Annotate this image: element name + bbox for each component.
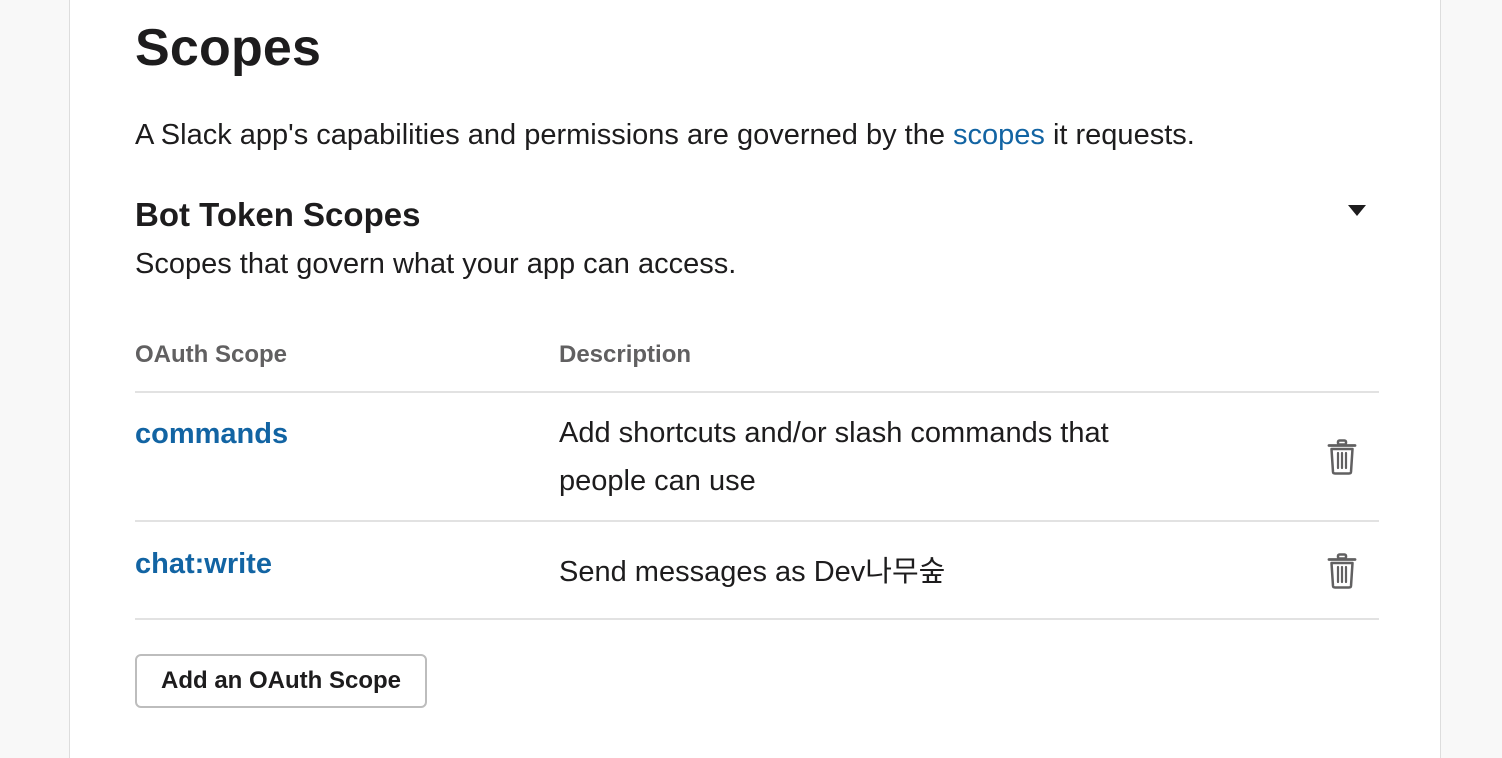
caret-down-icon[interactable] <box>1348 205 1366 216</box>
intro-text-after: it requests. <box>1044 119 1195 151</box>
table-divider <box>135 520 1379 522</box>
trash-icon-graphic <box>1327 553 1357 589</box>
scope-description: Add shortcuts and/or slash commands that… <box>559 417 1109 497</box>
trash-icon[interactable] <box>1327 553 1357 589</box>
scope-link-chat-write[interactable]: chat:write <box>135 546 272 582</box>
column-header-oauth-scope: OAuth Scope <box>135 341 288 368</box>
trash-icon-graphic <box>1327 439 1357 475</box>
table-divider <box>135 391 1379 393</box>
table-divider <box>135 618 1379 620</box>
trash-icon[interactable] <box>1327 439 1357 475</box>
scope-description: Send messages as Dev나무숲 <box>559 556 946 588</box>
add-oauth-scope-button[interactable]: Add an OAuth Scope <box>135 654 427 708</box>
column-header-description: Description <box>559 341 692 368</box>
page-title: Scopes <box>135 19 322 77</box>
scope-link-commands[interactable]: commands <box>135 416 288 452</box>
scopes-card: Scopes A Slack app's capabilities and pe… <box>69 0 1441 758</box>
intro-text-before: A Slack app's capabilities and permissio… <box>135 119 954 151</box>
bot-token-scopes-description: Scopes that govern what your app can acc… <box>135 248 737 280</box>
bot-token-scopes-title: Bot Token Scopes <box>135 196 421 233</box>
scopes-intro: A Slack app's capabilities and permissio… <box>135 117 1195 153</box>
scopes-link[interactable]: scopes <box>953 119 1045 151</box>
